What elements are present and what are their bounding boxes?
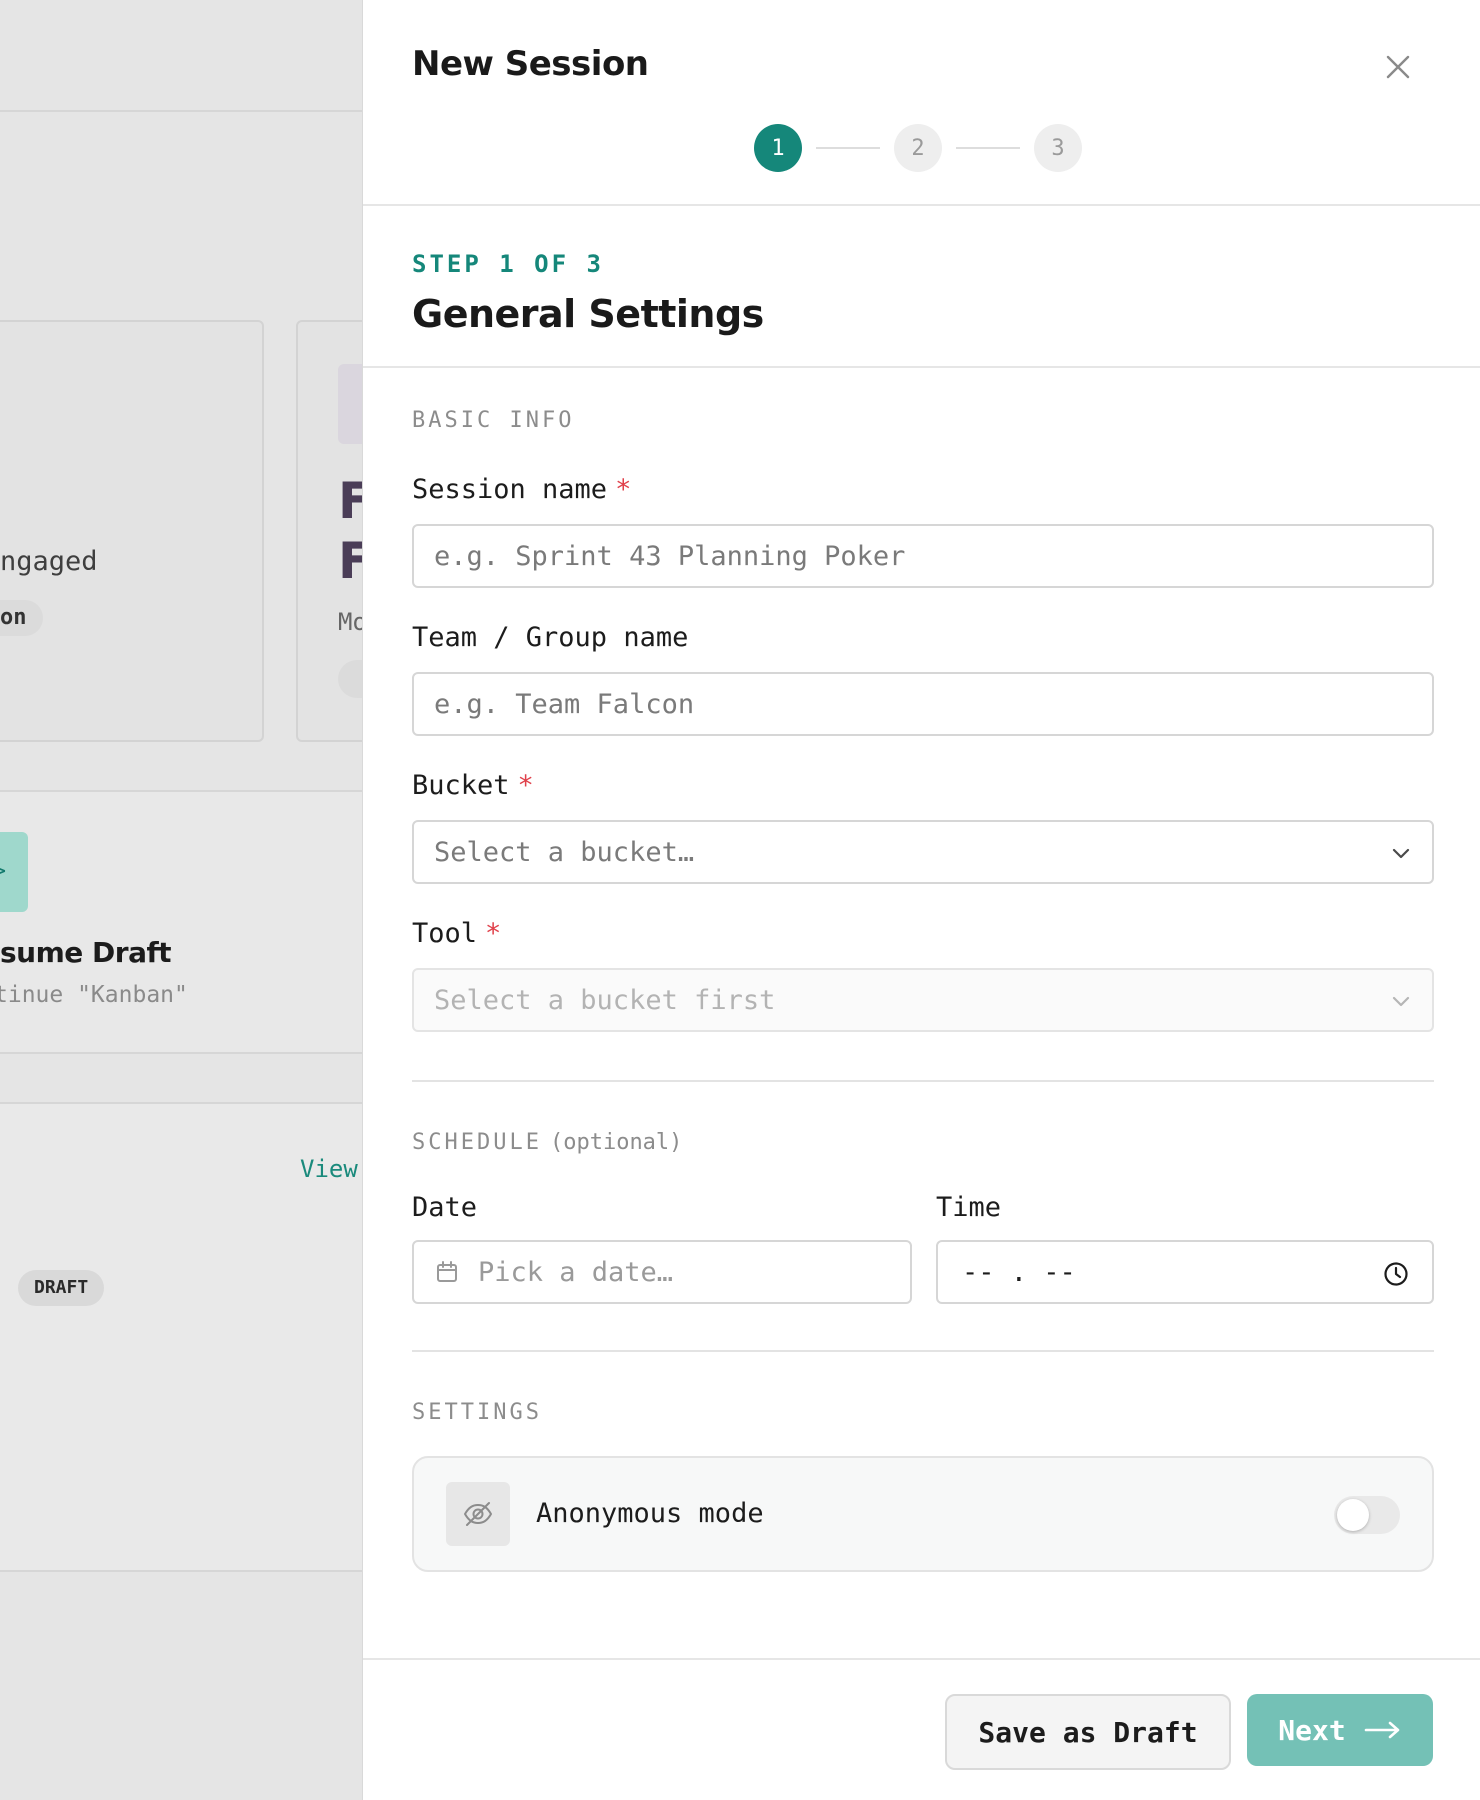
background-card-meta: Mo	[338, 608, 362, 636]
background-pill: on	[0, 600, 43, 636]
arrow-right-icon	[1364, 1721, 1400, 1739]
step-indicator-2: 2	[894, 124, 942, 172]
background-card: F F Mo	[296, 320, 362, 742]
step-heading: STEP 1 OF 3 General Settings	[363, 208, 1480, 368]
background-engaged-text: ngaged	[0, 546, 98, 577]
date-picker-input[interactable]: Pick a date…	[412, 1240, 912, 1304]
anonymous-mode-label: Anonymous mode	[536, 1498, 764, 1529]
time-input-value: -- . --	[962, 1256, 1076, 1288]
drawer-header: New Session 1 2 3	[363, 0, 1480, 206]
schedule-optional-note: (optional)	[549, 1130, 683, 1155]
clock-icon	[1384, 1262, 1408, 1286]
schedule-section-label: SCHEDULE (optional)	[412, 1130, 682, 1155]
date-label: Date	[412, 1192, 478, 1223]
background-card	[0, 320, 264, 742]
team-name-label: Team / Group name	[412, 622, 689, 653]
required-marker: *	[517, 770, 534, 801]
session-name-label-text: Session name	[412, 474, 608, 505]
save-as-draft-button[interactable]: Save as Draft	[945, 1694, 1231, 1770]
bucket-select[interactable]: Select a bucket…	[412, 820, 1434, 884]
time-input[interactable]: -- . --	[936, 1240, 1434, 1304]
background-view-link: View	[300, 1155, 358, 1183]
background-resume-title: sume Draft	[0, 936, 172, 969]
background-card-tile	[338, 364, 362, 444]
section-divider	[412, 1080, 1434, 1082]
tool-select-value: Select a bucket first	[434, 984, 776, 1016]
required-marker: *	[485, 918, 502, 949]
close-icon[interactable]	[1381, 50, 1415, 84]
anonymous-mode-toggle[interactable]	[1334, 1496, 1400, 1534]
step-indicator-1: 1	[754, 124, 802, 172]
bucket-label: Bucket *	[412, 770, 534, 801]
step-label: STEP 1 OF 3	[412, 250, 604, 278]
background-divider	[0, 1570, 362, 1572]
background-card-letter: F	[338, 532, 362, 590]
tool-label-text: Tool	[412, 918, 478, 949]
step-connector	[816, 147, 880, 149]
drawer-footer: Save as Draft Next	[363, 1658, 1480, 1800]
background-resume-icon: >	[0, 832, 28, 912]
team-name-input[interactable]: e.g. Team Falcon	[412, 672, 1434, 736]
step-connector	[956, 147, 1020, 149]
background-page: ngaged on F F Mo > sume Draft tinue "Kan…	[0, 0, 362, 1800]
new-session-drawer: New Session 1 2 3 STEP 1 OF 3 General Se…	[362, 0, 1480, 1800]
tool-label: Tool *	[412, 918, 501, 949]
toggle-knob	[1337, 1499, 1369, 1531]
background-resume-section	[0, 792, 362, 1052]
background-divider	[0, 1052, 362, 1054]
step-title: General Settings	[412, 292, 764, 336]
anonymous-mode-row: Anonymous mode	[412, 1456, 1434, 1572]
chevron-down-icon	[1392, 996, 1410, 1007]
session-name-input[interactable]: e.g. Sprint 43 Planning Poker	[412, 524, 1434, 588]
settings-section-label: SETTINGS	[412, 1400, 542, 1425]
bucket-label-text: Bucket	[412, 770, 510, 801]
step-indicator-3: 3	[1034, 124, 1082, 172]
next-button[interactable]: Next	[1247, 1694, 1433, 1766]
session-name-label: Session name *	[412, 474, 631, 505]
background-card-pill	[338, 660, 362, 698]
bucket-select-value: Select a bucket…	[434, 836, 695, 868]
stepper: 1 2 3	[754, 124, 1082, 172]
tool-select: Select a bucket first	[412, 968, 1434, 1032]
chevron-down-icon	[1392, 848, 1410, 859]
eye-off-icon	[446, 1482, 510, 1546]
background-resume-subtitle: tinue "Kanban"	[0, 982, 188, 1008]
required-marker: *	[615, 474, 632, 505]
background-divider	[0, 110, 362, 112]
time-label: Time	[936, 1192, 1002, 1223]
background-card-letter: F	[338, 472, 362, 530]
date-picker-placeholder: Pick a date…	[478, 1256, 674, 1288]
schedule-section-title: SCHEDULE	[412, 1130, 542, 1155]
next-button-label: Next	[1278, 1713, 1346, 1747]
calendar-icon	[437, 1261, 457, 1282]
background-draft-badge: DRAFT	[18, 1270, 105, 1306]
basic-info-section-label: BASIC INFO	[412, 408, 575, 433]
section-divider	[412, 1350, 1434, 1352]
drawer-title: New Session	[412, 44, 649, 84]
